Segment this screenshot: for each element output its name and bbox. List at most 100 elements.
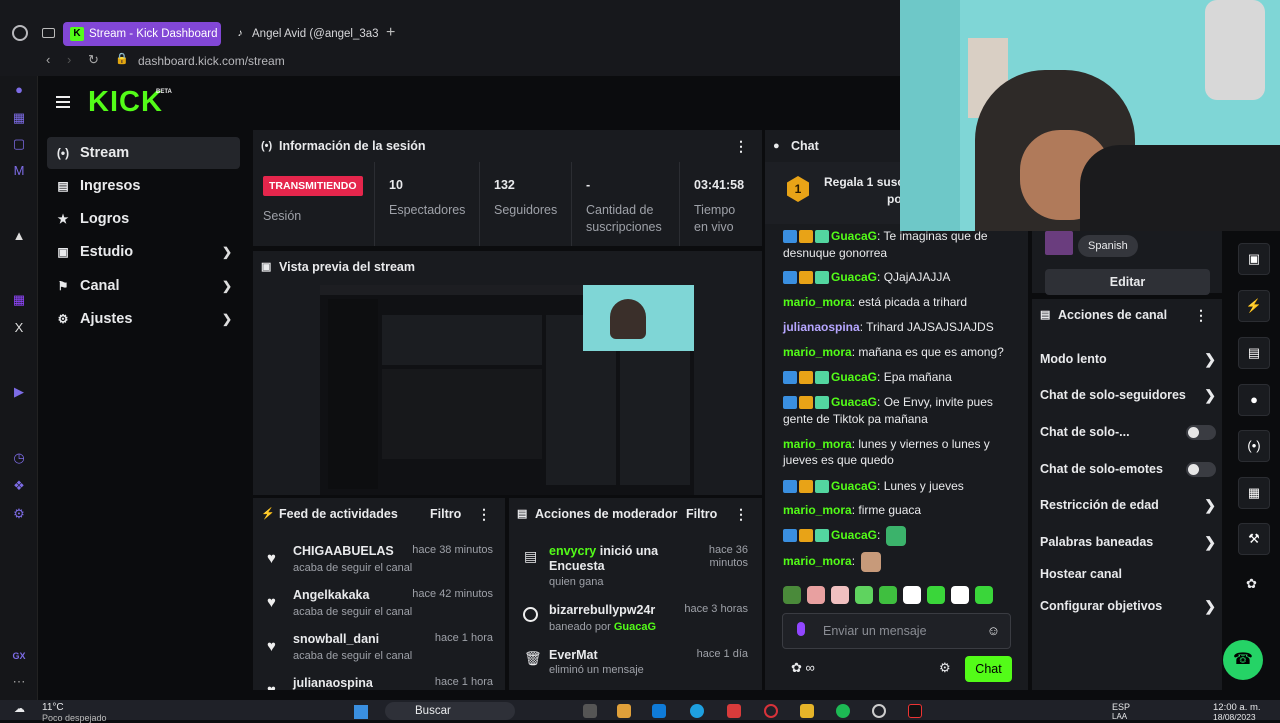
obs-icon[interactable] <box>872 704 886 718</box>
taskbar-search[interactable]: Buscar <box>385 702 515 720</box>
list-item[interactable]: bizarrebullypw24r baneado por GuacaG hac… <box>509 603 762 643</box>
filter-button[interactable]: Filtro <box>430 498 461 530</box>
workspace-icon[interactable]: ▢ <box>11 136 27 152</box>
kebab-menu-icon[interactable]: ⋮ <box>734 130 748 162</box>
emote-shortcut[interactable] <box>903 586 921 604</box>
wrench-icon[interactable]: ⚒ <box>1238 523 1270 555</box>
chat-username[interactable]: mario_mora <box>783 295 852 309</box>
list-item[interactable]: ♥ snowball_dani acaba de seguir el canal… <box>253 632 503 676</box>
edit-button[interactable]: Editar <box>1045 269 1210 295</box>
kebab-menu-icon[interactable]: ⋮ <box>1194 299 1208 331</box>
kebab-menu-icon[interactable]: ⋮ <box>734 498 748 530</box>
edge-icon[interactable] <box>690 704 704 718</box>
toggle-switch[interactable] <box>1186 462 1216 477</box>
points-icon[interactable]: ✿ <box>1246 576 1257 592</box>
history-icon[interactable]: ◷ <box>11 450 27 466</box>
app-icon[interactable] <box>727 704 741 718</box>
crypto-wallet-icon[interactable]: ▦ <box>11 110 27 126</box>
chat-bubble-icon[interactable]: ● <box>1238 384 1270 416</box>
sidebar-item-estudio[interactable]: ▣ Estudio ❯ <box>47 236 240 268</box>
layout-icon[interactable]: ▦ <box>1238 477 1270 509</box>
action-slow-mode[interactable]: Modo lento ❯ <box>1040 341 1216 377</box>
mod-user-link[interactable]: GuacaG <box>614 621 656 633</box>
list-item[interactable]: ♥ CHIGAABUELAS acaba de seguir el canal … <box>253 544 503 588</box>
opera-logo-icon[interactable] <box>12 25 28 41</box>
notes-icon[interactable]: ▤ <box>1238 337 1270 369</box>
back-icon[interactable]: ‹ <box>46 52 50 67</box>
sidebar-item-ingresos[interactable]: ▤ Ingresos <box>47 170 240 202</box>
kebab-menu-icon[interactable]: ⋮ <box>477 498 491 530</box>
menu-icon[interactable] <box>56 96 70 108</box>
lightning-icon[interactable]: ⚡ <box>1238 290 1270 322</box>
tiktok-icon[interactable] <box>908 704 922 718</box>
gx-icon[interactable]: GX <box>11 648 27 664</box>
kick-logo[interactable]: KICK <box>88 86 163 119</box>
emoji-icon[interactable]: ☺ <box>987 614 1000 648</box>
opera-gx-icon[interactable] <box>764 704 778 718</box>
sidebar-item-stream[interactable]: (•) Stream <box>47 137 240 169</box>
action-banned-words[interactable]: Palabras baneadas ❯ <box>1040 524 1216 560</box>
action-emotes-only[interactable]: Chat de solo-emotes <box>1040 451 1216 487</box>
reload-icon[interactable]: ↻ <box>88 52 99 68</box>
folder-icon[interactable] <box>800 704 814 718</box>
chat-username[interactable]: GuacaG <box>831 528 877 542</box>
chat-settings-icon[interactable]: ⚙ <box>939 660 951 676</box>
chat-username[interactable]: mario_mora <box>783 437 852 451</box>
chat-username[interactable]: mario_mora <box>783 554 852 568</box>
chat-input[interactable]: Enviar un mensaje ☺ <box>782 613 1011 649</box>
list-item[interactable]: ♥ Angelkakaka acaba de seguir el canal h… <box>253 588 503 632</box>
filter-button[interactable]: Filtro <box>686 498 717 530</box>
chat-username[interactable]: GuacaG <box>831 395 877 409</box>
tab-list-icon[interactable] <box>42 28 55 38</box>
weather-icon[interactable]: ☁ <box>14 702 25 715</box>
stream-preview-video[interactable] <box>320 285 694 495</box>
emote-shortcut[interactable] <box>879 586 897 604</box>
emote-shortcut[interactable] <box>975 586 993 604</box>
emote-shortcut[interactable] <box>831 586 849 604</box>
kick-app-icon[interactable]: ▲ <box>11 228 27 244</box>
camera-icon[interactable]: ▣ <box>1238 243 1270 275</box>
outlook-icon[interactable] <box>652 704 666 718</box>
list-item[interactable]: 🗑 EverMat eliminó un mensaje hace 1 día <box>509 648 762 688</box>
chat-username[interactable]: GuacaG <box>831 479 877 493</box>
address-bar[interactable]: dashboard.kick.com/stream <box>138 50 918 72</box>
app-icon[interactable] <box>583 704 597 718</box>
chat-username[interactable]: mario_mora <box>783 345 852 359</box>
app-icon[interactable] <box>617 704 631 718</box>
chat-username[interactable]: mario_mora <box>783 503 852 517</box>
extensions-icon[interactable]: ❖ <box>11 478 27 494</box>
tab-kick-dashboard[interactable]: K Stream - Kick Dashboard <box>63 22 221 46</box>
action-subs-only[interactable]: Chat de solo-... <box>1040 414 1216 450</box>
forward-icon[interactable]: › <box>67 52 71 67</box>
sidebar-item-logros[interactable]: ★ Logros <box>47 203 240 235</box>
action-age-restriction[interactable]: Restricción de edad ❯ <box>1040 487 1216 523</box>
spotify-icon[interactable] <box>836 704 850 718</box>
chat-username[interactable]: GuacaG <box>831 270 877 284</box>
emote-shortcut[interactable] <box>807 586 825 604</box>
aria-icon[interactable]: ● <box>11 82 27 98</box>
settings-icon[interactable]: ⚙ <box>11 506 27 522</box>
emote-shortcut[interactable] <box>783 586 801 604</box>
chat-username[interactable]: GuacaG <box>831 229 877 243</box>
emote-shortcut[interactable] <box>855 586 873 604</box>
language-indicator[interactable]: ESP <box>1112 702 1130 712</box>
x-icon[interactable]: X <box>11 320 27 336</box>
chat-username[interactable]: GuacaG <box>831 370 877 384</box>
action-host-channel[interactable]: Hostear canal <box>1040 556 1216 592</box>
more-icon[interactable]: ⋯ <box>11 674 27 690</box>
emote-shortcut[interactable] <box>927 586 945 604</box>
action-followers-only[interactable]: Chat de solo-seguidores ❯ <box>1040 377 1216 413</box>
sidebar-item-canal[interactable]: ⚑ Canal ❯ <box>47 270 240 302</box>
list-item[interactable]: ▤ envycry inició una Encuesta quien gana… <box>509 544 762 594</box>
mic-icon[interactable] <box>797 622 805 636</box>
action-set-goals[interactable]: Configurar objetivos ❯ <box>1040 588 1216 624</box>
points-icon[interactable]: ✿ ∞ <box>791 660 815 676</box>
messenger-icon[interactable]: M <box>11 163 27 179</box>
emote-shortcut[interactable] <box>951 586 969 604</box>
new-tab-icon[interactable]: + <box>386 24 395 42</box>
windows-start-icon[interactable] <box>354 705 368 719</box>
twitch-icon[interactable]: ▦ <box>11 292 27 308</box>
toggle-switch[interactable] <box>1186 425 1216 440</box>
list-item[interactable]: ♥ julianaospina hace 1 hora <box>253 676 503 690</box>
broadcast-icon[interactable]: (•) <box>1238 430 1270 462</box>
